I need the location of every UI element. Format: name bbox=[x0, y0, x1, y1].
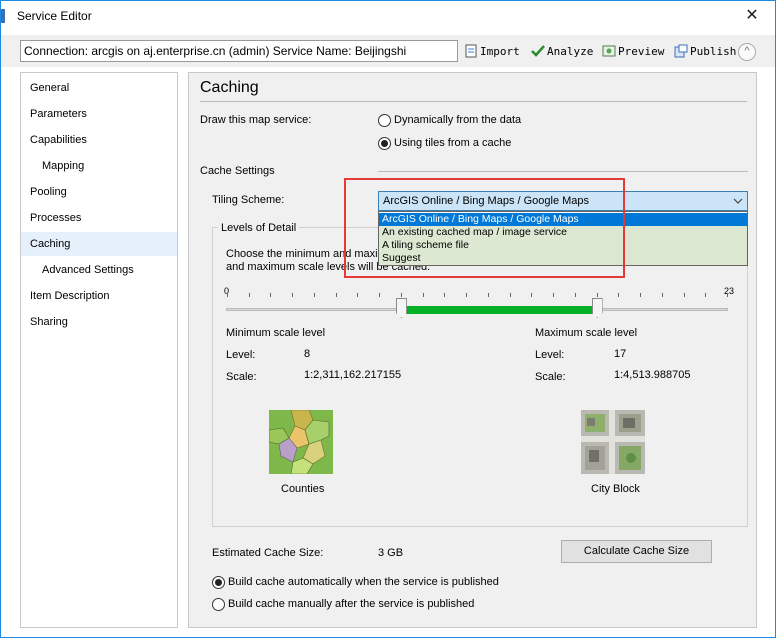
preview-label: Preview bbox=[618, 45, 665, 58]
slider-tick bbox=[640, 293, 642, 297]
caching-panel: Caching Draw this map service: Dynamical… bbox=[188, 72, 757, 628]
slider-tick bbox=[487, 293, 489, 297]
radio-build-manual-label[interactable]: Build cache manually after the service i… bbox=[228, 598, 474, 610]
draw-service-label: Draw this map service: bbox=[200, 114, 312, 126]
city-block-map-icon bbox=[581, 410, 645, 474]
max-scale-label: Scale: bbox=[535, 371, 566, 383]
slider-tick bbox=[248, 293, 250, 297]
slider-tick bbox=[727, 293, 728, 297]
estimated-cache-label: Estimated Cache Size: bbox=[212, 547, 324, 559]
levels-of-detail-label: Levels of Detail bbox=[218, 222, 300, 234]
counties-map-icon bbox=[269, 410, 333, 474]
radio-build-auto-label[interactable]: Build cache automatically when the servi… bbox=[228, 576, 499, 588]
counties-caption: Counties bbox=[281, 483, 325, 495]
calculate-cache-size-button[interactable]: Calculate Cache Size bbox=[561, 540, 712, 563]
preview-icon bbox=[602, 44, 616, 58]
window-title: Service Editor bbox=[17, 9, 92, 23]
import-label: Import bbox=[480, 45, 520, 58]
estimated-cache-value: 3 GB bbox=[378, 547, 404, 559]
sidebar-item-item-description[interactable]: Item Description bbox=[21, 284, 177, 308]
scale-slider-range bbox=[400, 306, 597, 314]
slider-tick bbox=[531, 293, 533, 297]
slider-max-label: 23 bbox=[724, 286, 735, 296]
radio-build-manual[interactable] bbox=[212, 598, 225, 611]
slider-tick bbox=[379, 293, 381, 297]
publish-button[interactable]: Publish bbox=[674, 43, 736, 61]
collapse-icon[interactable]: ^ bbox=[738, 43, 756, 61]
slider-tick bbox=[400, 293, 402, 297]
max-scale-value: 1:4,513.988705 bbox=[614, 369, 691, 381]
import-icon bbox=[464, 44, 478, 58]
tiling-scheme-label: Tiling Scheme: bbox=[212, 194, 285, 206]
slider-tick bbox=[509, 293, 511, 297]
sidebar-item-parameters[interactable]: Parameters bbox=[21, 102, 177, 126]
sidebar-item-processes[interactable]: Processes bbox=[21, 206, 177, 230]
min-level-label: Level: bbox=[226, 349, 256, 361]
sidebar-item-advanced-settings[interactable]: Advanced Settings bbox=[21, 258, 177, 282]
connection-field[interactable]: Connection: arcgis on aj.enterprise.cn (… bbox=[20, 40, 458, 62]
max-scale-heading: Maximum scale level bbox=[535, 327, 638, 339]
radio-dynamic-label[interactable]: Dynamically from the data bbox=[394, 114, 521, 126]
preview-button[interactable]: Preview bbox=[602, 43, 664, 61]
cache-settings-label: Cache Settings bbox=[200, 165, 275, 177]
slider-tick bbox=[683, 293, 685, 297]
slider-tick bbox=[596, 293, 598, 297]
max-level-value: 17 bbox=[614, 348, 627, 360]
radio-build-auto[interactable] bbox=[212, 576, 225, 589]
toolbar: Connection: arcgis on aj.enterprise.cn (… bbox=[1, 35, 775, 67]
slider-tick bbox=[574, 293, 576, 297]
section-divider bbox=[200, 101, 747, 102]
radio-tiles-cache-label[interactable]: Using tiles from a cache bbox=[394, 137, 511, 149]
sidebar-item-mapping[interactable]: Mapping bbox=[21, 154, 177, 178]
sidebar-item-general[interactable]: General bbox=[21, 76, 177, 100]
section-title: Caching bbox=[200, 79, 259, 96]
sidebar-nav: General Parameters Capabilities Mapping … bbox=[20, 72, 178, 628]
min-level-value: 8 bbox=[304, 348, 311, 360]
slider-tick bbox=[292, 293, 294, 297]
max-level-label: Level: bbox=[535, 349, 565, 361]
sidebar-item-capabilities[interactable]: Capabilities bbox=[21, 128, 177, 152]
slider-tick bbox=[444, 293, 446, 297]
close-button[interactable]: ✕ bbox=[729, 1, 775, 31]
checkmark-icon bbox=[531, 44, 545, 58]
sidebar-item-sharing[interactable]: Sharing bbox=[21, 310, 177, 334]
analyze-button[interactable]: Analyze bbox=[531, 43, 593, 61]
publish-label: Publish bbox=[690, 45, 737, 58]
service-editor-window: Service Editor ✕ Connection: arcgis on a… bbox=[0, 0, 776, 638]
slider-tick bbox=[553, 293, 555, 297]
radio-dynamic[interactable] bbox=[378, 114, 391, 127]
slider-tick bbox=[466, 293, 468, 297]
min-scale-heading: Minimum scale level bbox=[226, 327, 326, 339]
min-scale-value: 1:2,311,162.217155 bbox=[304, 369, 402, 381]
slider-tick bbox=[661, 293, 663, 297]
highlight-box bbox=[344, 178, 625, 278]
sidebar-item-pooling[interactable]: Pooling bbox=[21, 180, 177, 204]
slider-tick bbox=[618, 293, 620, 297]
city-block-caption: City Block bbox=[591, 483, 640, 495]
slider-tick bbox=[313, 293, 315, 297]
slider-tick bbox=[705, 293, 707, 297]
analyze-label: Analyze bbox=[547, 45, 594, 58]
slider-tick bbox=[357, 293, 359, 297]
app-icon bbox=[1, 9, 5, 23]
import-button[interactable]: Import bbox=[464, 43, 520, 61]
min-scale-label: Scale: bbox=[226, 371, 257, 383]
publish-icon bbox=[674, 44, 688, 58]
cache-settings-divider bbox=[378, 171, 748, 172]
slider-tick bbox=[227, 293, 228, 297]
slider-tick bbox=[270, 293, 272, 297]
title-bar[interactable]: Service Editor ✕ bbox=[1, 1, 775, 33]
sidebar-item-caching[interactable]: Caching bbox=[21, 232, 177, 256]
radio-tiles-cache[interactable] bbox=[378, 137, 391, 150]
slider-tick bbox=[335, 293, 337, 297]
slider-tick bbox=[422, 293, 424, 297]
